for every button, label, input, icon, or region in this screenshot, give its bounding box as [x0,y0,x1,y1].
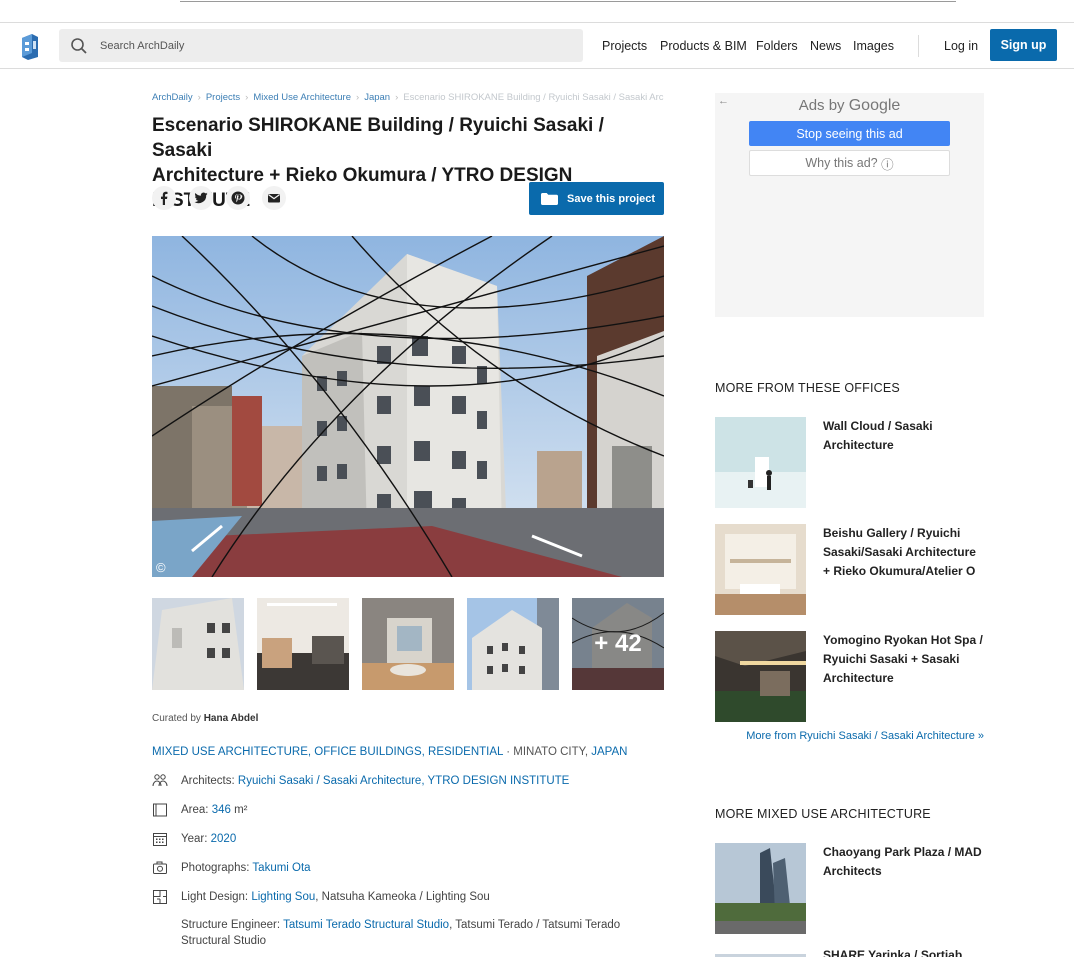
calendar-icon [153,833,167,846]
area-unit: m² [230,804,248,816]
camera-icon [153,861,167,874]
mixed-use-project-title[interactable]: SHARE Yarinka / Sortiab [823,946,983,957]
gallery-thumbnail[interactable] [152,598,244,690]
signup-button[interactable]: Sign up [990,29,1057,61]
search-bar[interactable] [59,29,583,62]
architects-label: Architects: [181,775,235,787]
pinterest-share-button[interactable] [226,186,250,210]
twitter-icon [194,192,208,204]
copyright-symbol: © [156,560,166,575]
why-this-ad-button[interactable]: Why this ad? ⓘ [749,150,950,176]
location-city: MINATO CITY, [513,746,592,758]
office-project-title[interactable]: Yomogino Ryokan Hot Spa / Ryuichi Sasaki… [823,631,983,688]
envelope-icon [268,194,280,203]
curated-prefix: Curated by [152,713,201,724]
photographs-label: Photographs: [181,862,250,874]
archdaily-logo-icon[interactable] [20,31,40,61]
mixed-use-project-image[interactable] [715,949,806,957]
project-categories: MIXED USE ARCHITECTURE, OFFICE BUILDINGS… [152,746,627,758]
breadcrumb: ArchDaily › Projects › Mixed Use Architectur… [152,92,664,106]
year-value[interactable]: 2020 [211,833,237,845]
category-links[interactable]: MIXED USE ARCHITECTURE, OFFICE BUILDINGS… [152,746,503,758]
save-project-label: Save this project [567,192,656,205]
email-share-button[interactable] [262,186,286,210]
breadcrumb-japan[interactable]: Japan [364,92,390,103]
gallery-more-photos[interactable]: + 42 [572,598,664,690]
floorplan-icon [153,890,167,904]
ads-by-google: Ads by Google [715,97,984,115]
year-label: Year: [181,833,208,845]
nav-divider [918,35,919,57]
twitter-share-button[interactable] [189,186,213,210]
more-from-office-link[interactable]: More from Ryuichi Sasaki / Sasaki Archit… [715,730,984,742]
breadcrumb-archdaily[interactable]: ArchDaily [152,92,193,103]
structure-label: Structure Engineer: [181,919,281,931]
light-design-link[interactable]: Lighting Sou [251,891,315,903]
area-icon [153,803,167,817]
gallery-thumbnail[interactable] [362,598,454,690]
folder-icon [541,192,558,205]
ads-by-label: Ads by [798,97,845,114]
structure-link[interactable]: Tatsumi Terado Structural Studio [283,919,449,931]
breadcrumb-projects[interactable]: Projects [206,92,240,103]
facebook-share-button[interactable] [152,186,176,210]
info-icon: ⓘ [881,157,894,172]
nav-news[interactable]: News [810,23,841,69]
nav-images[interactable]: Images [853,23,894,69]
top-strip [180,0,956,2]
stop-seeing-ad-button[interactable]: Stop seeing this ad [749,121,950,146]
page-title-line-1: Escenario SHIROKANE Building / Ryuichi S… [152,115,604,161]
search-icon [71,38,87,54]
more-from-offices-heading: MORE FROM THESE OFFICES [715,381,900,395]
nav-projects[interactable]: Projects [602,23,647,69]
breadcrumb-separator: › [395,92,399,103]
save-project-button[interactable]: Save this project [529,182,664,215]
breadcrumb-separator: › [245,92,249,103]
ad-panel: Ads by Google ← Stop seeing this ad Why … [715,93,984,317]
curated-by: Curated by Hana Abdel [152,713,258,724]
area-label: Area: [181,804,209,816]
office-project-title[interactable]: Wall Cloud / Sasaki Architecture [823,417,983,455]
site-header: Projects Products & BIM Folders News Ima… [0,23,1074,69]
google-wordmark: Google [848,97,901,114]
main-project-photo[interactable]: © [152,236,664,577]
pinterest-icon [231,191,245,205]
location-country-link[interactable]: JAPAN [591,746,627,758]
light-design-rest: , Natsuha Kameoka / Lighting Sou [315,891,490,903]
gallery-thumbnail[interactable] [467,598,559,690]
photographs-value-link[interactable]: Takumi Ota [252,862,310,874]
why-this-ad-label: Why this ad? [805,156,878,170]
architects-value-link[interactable]: Ryuichi Sasaki / Sasaki Architecture, YT… [238,775,569,787]
office-project-title[interactable]: Beishu Gallery / Ryuichi Sasaki/Sasaki A… [823,524,983,581]
login-link[interactable]: Log in [944,23,978,69]
breadcrumb-separator: › [356,92,360,103]
mixed-use-project-image[interactable] [715,843,806,934]
office-project-image[interactable] [715,417,806,508]
breadcrumb-mixed-use[interactable]: Mixed Use Architecture [253,92,351,103]
people-icon [152,774,168,787]
area-value[interactable]: 346 [212,804,231,816]
breadcrumb-separator: › [197,92,201,103]
more-photos-count: + 42 [572,598,664,690]
breadcrumb-current: Escenario SHIROKANE Building / Ryuichi S… [403,92,664,103]
nav-folders[interactable]: Folders [756,23,798,69]
mixed-use-project-title[interactable]: Chaoyang Park Plaza / MAD Architects [823,843,983,881]
ad-back-arrow-icon[interactable]: ← [718,95,729,107]
curator-name[interactable]: Hana Abdel [204,713,259,724]
office-project-image[interactable] [715,631,806,722]
more-mixed-use-heading: MORE MIXED USE ARCHITECTURE [715,807,931,821]
light-design-label: Light Design: [181,891,249,903]
nav-products-bim[interactable]: Products & BIM [660,23,747,69]
office-project-image[interactable] [715,524,806,615]
page-title-line-2: Architecture + Rieko Okumura / YTRO DESI… [152,165,573,211]
search-input[interactable] [100,29,570,62]
category-dot: · [503,746,514,758]
facebook-icon [161,191,168,205]
gallery-thumbnail[interactable] [257,598,349,690]
